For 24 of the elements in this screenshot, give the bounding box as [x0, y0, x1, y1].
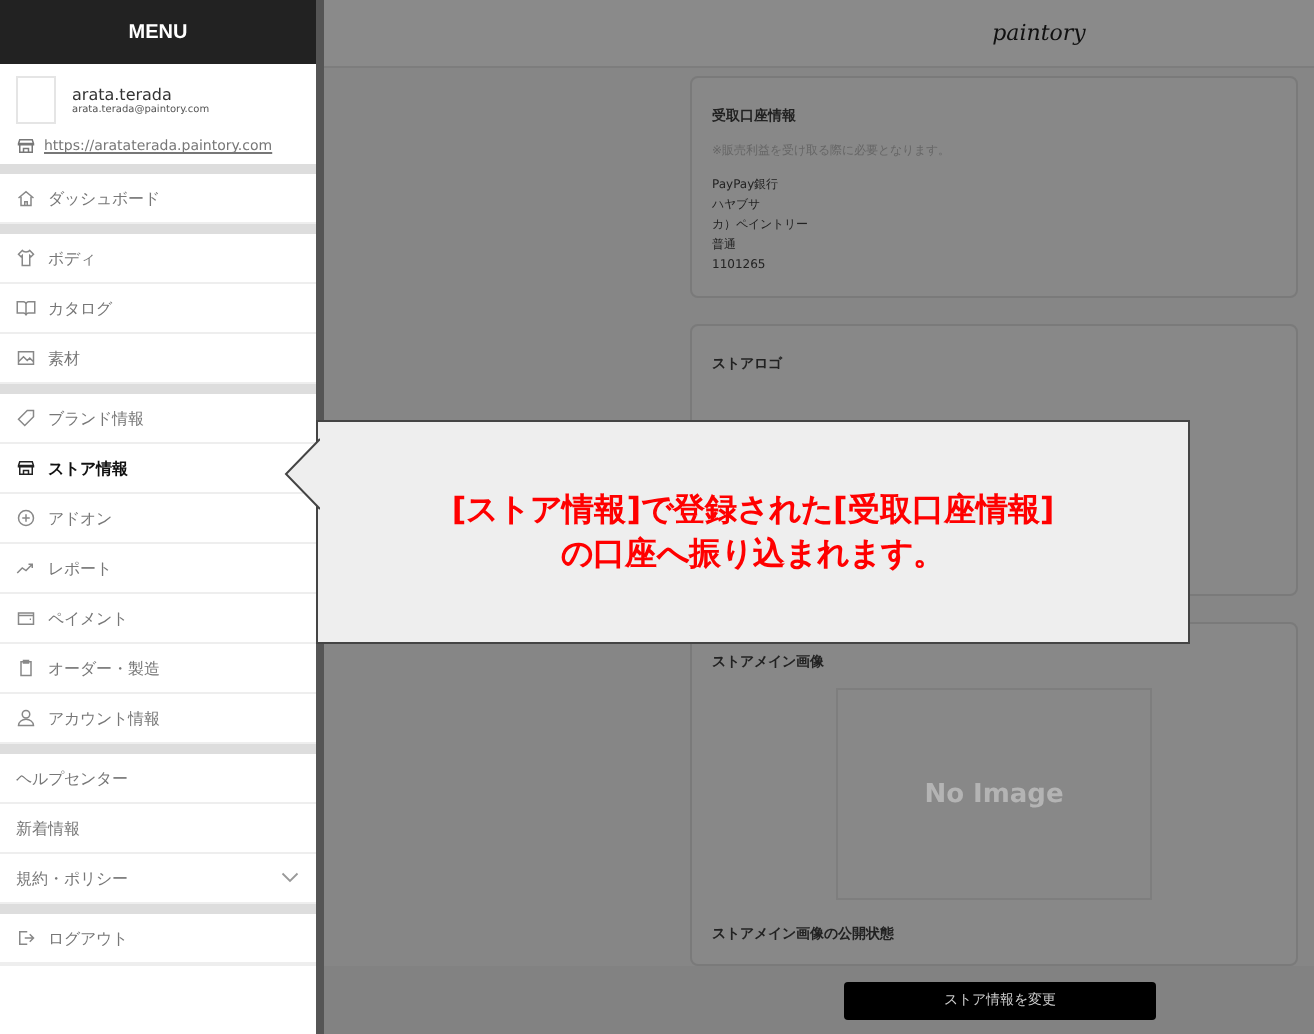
- nav-item[interactable]: ヘルプセンター: [0, 754, 316, 804]
- avatar-placeholder: [16, 76, 56, 124]
- trend-icon: [16, 558, 36, 578]
- nav-item[interactable]: カタログ: [0, 284, 316, 334]
- shirt-icon: [16, 248, 36, 268]
- menu-header: MENU: [0, 0, 316, 64]
- tag-icon: [16, 408, 36, 428]
- clipboard-icon: [16, 658, 36, 678]
- wallet-icon: [16, 608, 36, 628]
- store-icon: [16, 458, 36, 478]
- house-icon: [16, 188, 36, 208]
- image-icon: [16, 348, 36, 368]
- person-icon: [16, 708, 36, 728]
- callout-text: [ストア情報]で登録された[受取口座情報] の口座へ振り込まれます。: [451, 488, 1055, 576]
- nav-item[interactable]: ボディ: [0, 234, 316, 284]
- nav-item[interactable]: 新着情報: [0, 804, 316, 854]
- logout-icon: [16, 928, 36, 948]
- plus-icon: [16, 508, 36, 528]
- user-name: arata.terada: [72, 85, 174, 103]
- book-icon: [16, 298, 36, 318]
- nav-item[interactable]: オーダー・製造: [0, 644, 316, 694]
- store-icon: [16, 136, 36, 156]
- nav-item[interactable]: ブランド情報: [0, 394, 316, 444]
- logo: paintory: [992, 20, 1086, 46]
